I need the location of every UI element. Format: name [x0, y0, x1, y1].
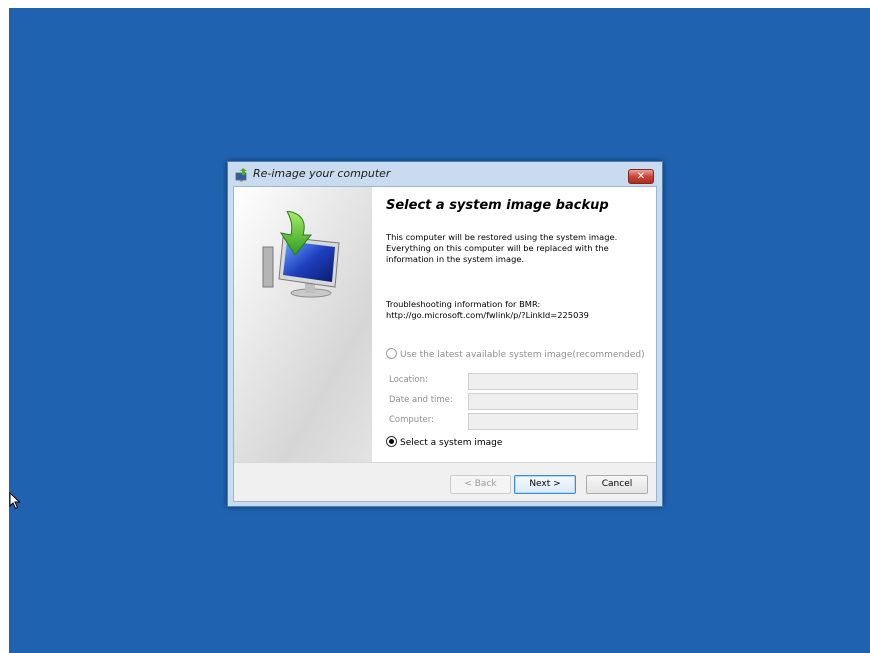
button-bar: < Back Next > Cancel: [234, 463, 656, 501]
select-image-label: Select a system image: [400, 438, 503, 448]
computer-field: [468, 413, 638, 430]
backup-restore-icon: [235, 168, 247, 182]
select-image-radio[interactable]: [386, 436, 397, 447]
dialog-client-area: Select a system image backup This comput…: [233, 186, 657, 502]
location-label: Location:: [389, 375, 428, 385]
mouse-pointer-icon: [9, 492, 21, 510]
system-image-restore-icon: [262, 211, 340, 298]
latest-image-radio[interactable]: [386, 348, 397, 359]
title-bar[interactable]: Re-image your computer ✕: [228, 162, 662, 186]
side-panel: [234, 187, 372, 462]
page-heading: Select a system image backup: [386, 198, 609, 213]
latest-image-label: Use the latest available system image(re…: [400, 350, 645, 360]
next-button[interactable]: Next >: [514, 475, 576, 494]
close-button[interactable]: ✕: [628, 169, 654, 184]
computer-label: Computer:: [389, 415, 434, 425]
date-time-field: [468, 393, 638, 410]
latest-image-option[interactable]: Use the latest available system image(re…: [386, 348, 645, 362]
cancel-button[interactable]: Cancel: [586, 475, 648, 494]
location-field: [468, 373, 638, 390]
back-button[interactable]: < Back: [450, 475, 511, 494]
troubleshooting-text: Troubleshooting information for BMR: htt…: [386, 299, 589, 320]
select-image-option[interactable]: Select a system image: [386, 436, 503, 450]
description-text: This computer will be restored using the…: [386, 232, 618, 264]
reimage-dialog: Re-image your computer ✕ Select a system…: [227, 161, 663, 507]
date-time-label: Date and time:: [389, 395, 453, 405]
window-title: Re-image your computer: [253, 167, 391, 180]
